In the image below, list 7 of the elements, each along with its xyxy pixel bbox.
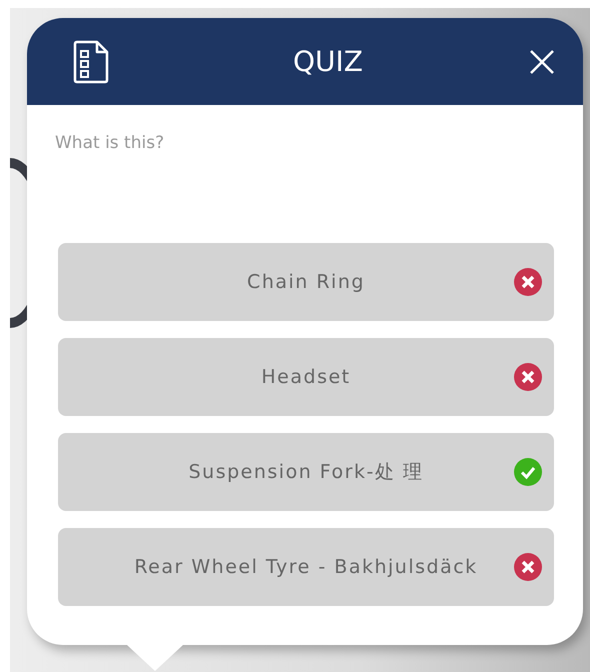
checklist-document-icon [71, 40, 111, 84]
answer-option[interactable]: Headset [58, 338, 554, 416]
answer-option[interactable]: Rear Wheel Tyre - Bakhjulsdäck [58, 528, 554, 606]
question-text: What is this? [55, 133, 166, 155]
dialog-title: QUIZ [292, 45, 364, 78]
answer-option[interactable]: Chain Ring [58, 243, 554, 321]
answer-option[interactable]: Suspension Fork-处 理 [58, 433, 554, 511]
